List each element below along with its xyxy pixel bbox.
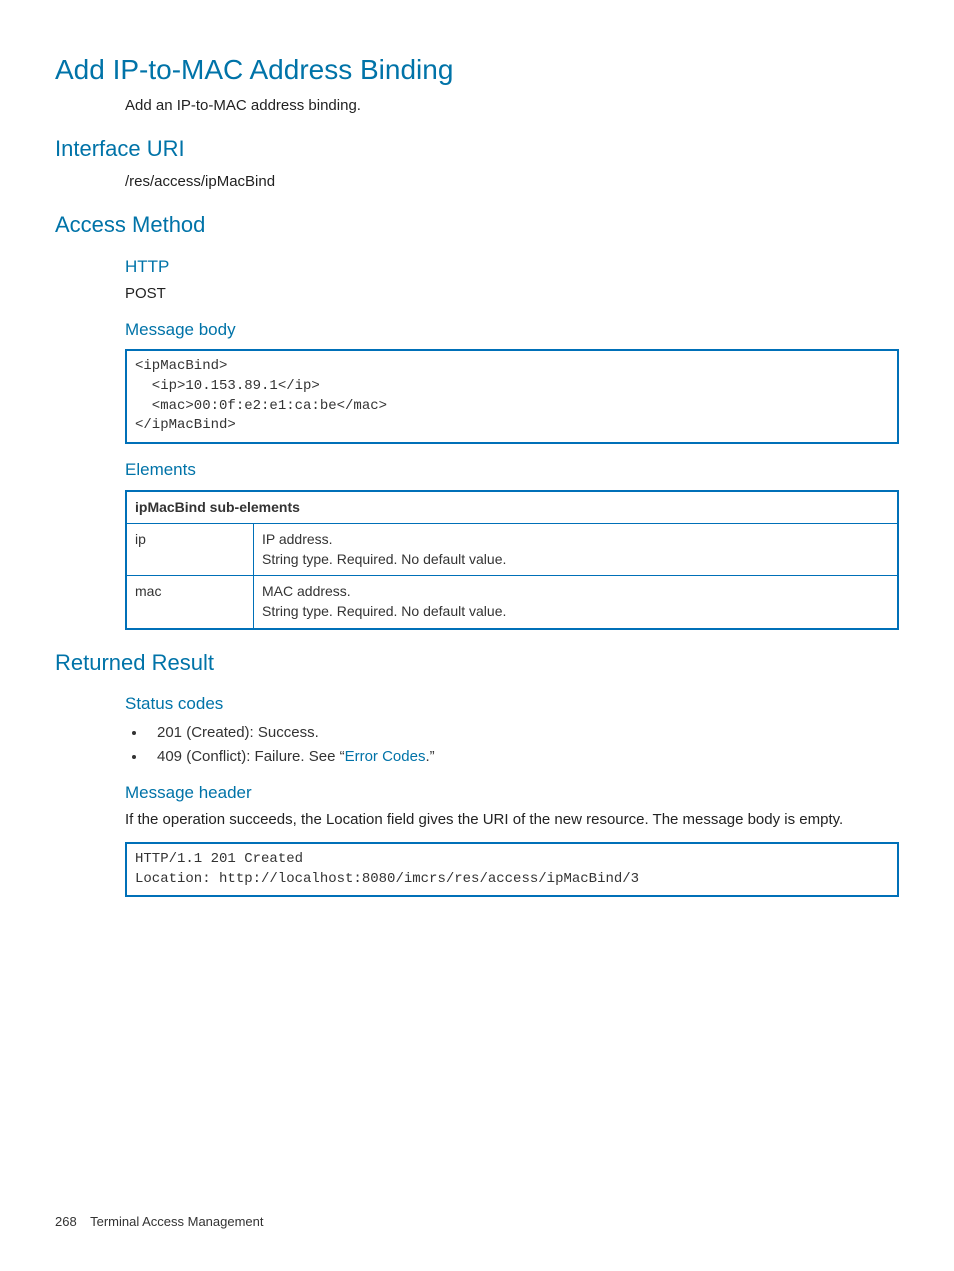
message-header-heading: Message header (125, 781, 899, 805)
element-desc-line2: String type. Required. No default value. (262, 550, 889, 570)
message-header-code: HTTP/1.1 201 Created Location: http://lo… (125, 842, 899, 897)
element-name: mac (126, 576, 254, 629)
element-desc-line1: IP address. (262, 530, 889, 550)
error-codes-link[interactable]: Error Codes (345, 748, 426, 765)
status-codes-list: 201 (Created): Success. 409 (Conflict): … (125, 722, 899, 767)
status-code-suffix: .” (425, 748, 434, 765)
page-title: Add IP-to-MAC Address Binding (55, 50, 899, 89)
element-name: ip (126, 524, 254, 576)
returned-result-heading: Returned Result (55, 648, 899, 679)
element-desc: MAC address. String type. Required. No d… (254, 576, 899, 629)
table-row: ip IP address. String type. Required. No… (126, 524, 898, 576)
element-desc-line2: String type. Required. No default value. (262, 602, 889, 622)
status-code-prefix: 409 (Conflict): Failure. See “ (157, 748, 345, 765)
element-desc: IP address. String type. Required. No de… (254, 524, 899, 576)
access-method-heading: Access Method (55, 210, 899, 241)
element-desc-line1: MAC address. (262, 582, 889, 602)
message-header-text: If the operation succeeds, the Location … (125, 809, 899, 830)
list-item: 201 (Created): Success. (147, 722, 899, 743)
elements-table-header: ipMacBind sub-elements (126, 491, 898, 524)
elements-table: ipMacBind sub-elements ip IP address. St… (125, 490, 899, 630)
message-body-code: <ipMacBind> <ip>10.153.89.1</ip> <mac>00… (125, 349, 899, 443)
http-heading: HTTP (125, 255, 899, 279)
intro-text: Add an IP-to-MAC address binding. (125, 95, 899, 116)
message-body-heading: Message body (125, 318, 899, 342)
http-method: POST (125, 283, 899, 304)
interface-uri-value: /res/access/ipMacBind (125, 171, 899, 192)
page-number: 268 (55, 1214, 77, 1229)
interface-uri-heading: Interface URI (55, 134, 899, 165)
status-codes-heading: Status codes (125, 692, 899, 716)
list-item: 409 (Conflict): Failure. See “Error Code… (147, 746, 899, 767)
page-footer: 268 Terminal Access Management (55, 1213, 264, 1231)
footer-section: Terminal Access Management (90, 1214, 263, 1229)
elements-heading: Elements (125, 458, 899, 482)
table-row: mac MAC address. String type. Required. … (126, 576, 898, 629)
